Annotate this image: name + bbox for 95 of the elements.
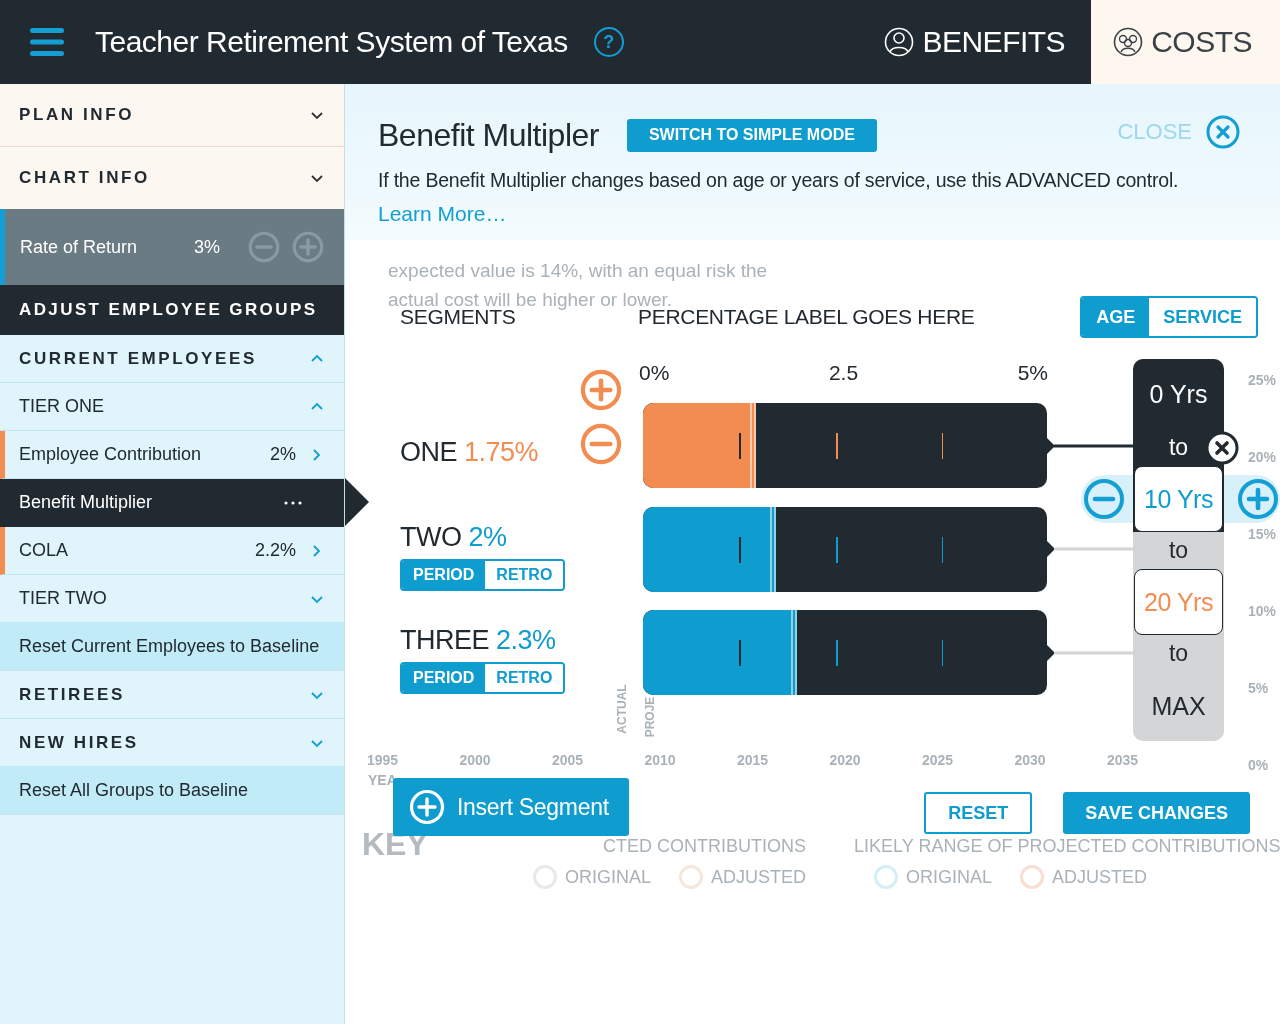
axis-tick-label: 2000	[459, 752, 492, 768]
axis-tick-label: 20%	[1247, 449, 1276, 467]
legend-title: CTED CONTRIBUTIONS	[603, 836, 807, 857]
slider-fill[interactable]	[643, 506, 777, 592]
slider-track[interactable]	[643, 403, 1047, 488]
setting-value: 2.2%	[254, 540, 296, 561]
selection-pointer	[345, 478, 369, 526]
plus-icon[interactable]	[1224, 475, 1280, 523]
accordion-label: NEW HIRES	[19, 732, 140, 753]
person-icon	[884, 27, 915, 57]
scale-label: 0%	[639, 361, 670, 386]
segment-name: ONE	[400, 437, 457, 468]
accordion-label: TIER TWO	[19, 588, 108, 609]
help-button[interactable]: ?	[593, 27, 624, 57]
simple-mode-button[interactable]: SWITCH TO SIMPLE MODE	[626, 118, 877, 152]
axis-tick-label: 2025	[922, 752, 955, 768]
axis-tick-label: 2005	[552, 752, 585, 768]
minus-icon[interactable]	[580, 422, 622, 465]
boundary-field[interactable]: 10 Yrs	[1134, 466, 1223, 532]
slider-track[interactable]	[643, 506, 1047, 592]
nav-tab[interactable]: BENEFITS	[872, 0, 1092, 84]
menu-icon[interactable]	[30, 28, 64, 56]
accordion-label: CHART INFO	[19, 168, 151, 188]
accordion-label: RETIREES	[19, 684, 126, 705]
reset-button[interactable]: RESET	[924, 792, 1033, 834]
plus-icon[interactable]	[580, 368, 622, 411]
setting-label: Benefit Multiplier	[19, 492, 154, 513]
axis-tick-label: 10%	[1247, 603, 1276, 621]
axis-tick-label: 2030	[1014, 752, 1047, 768]
accordion-label: PLAN INFO	[19, 105, 135, 125]
save-button[interactable]: SAVE CHANGES	[1063, 792, 1250, 834]
slider-track[interactable]	[643, 610, 1047, 695]
accordion-header[interactable]: CURRENT EMPLOYEES	[0, 335, 344, 383]
axis-tick-label: 2020	[829, 752, 862, 768]
setting-label: COLA	[19, 540, 70, 561]
plus-icon[interactable]	[292, 231, 324, 263]
more-icon[interactable]	[284, 500, 302, 505]
toggle-option[interactable]: PERIOD	[402, 560, 486, 589]
setting-label: Employee Contribution	[19, 444, 203, 465]
range-label: MAX	[1150, 691, 1207, 722]
segment-name: TWO	[400, 521, 462, 553]
note-text: expected value is 14%, with an equal risk the	[388, 260, 768, 282]
axis-tick-label: 2015	[737, 752, 770, 768]
setting-value: 3%	[194, 236, 220, 258]
reset-link[interactable]: Reset All Groups to Baseline	[0, 767, 344, 815]
minus-icon[interactable]	[1081, 475, 1133, 523]
series-label: PROJE	[643, 696, 658, 738]
accordion-label: TIER ONE	[19, 396, 105, 417]
toggle-option[interactable]: PERIOD	[402, 664, 486, 692]
editor-title: Benefit Multipler	[378, 116, 599, 154]
accordion-header[interactable]: RETIREES	[0, 671, 344, 719]
legend-label: ADJUSTED	[1052, 866, 1148, 888]
description-text: If the Benefit Multiplier changes based on age or years of service, use this ADVANCED control.	[378, 169, 1180, 192]
insert-segment-button[interactable]: Insert Segment	[393, 778, 629, 836]
segment-rate: 2.3%	[496, 625, 556, 656]
learn-more-link[interactable]: Learn More…	[378, 202, 507, 226]
axis-tick-label: 2035	[1107, 752, 1140, 768]
segment-rate: 1.75%	[464, 437, 539, 468]
legend-label: ORIGINAL	[906, 866, 993, 888]
setting-label: Rate of Return	[20, 236, 139, 258]
scale-label: 2.5	[828, 361, 859, 386]
axis-tick-label: 5%	[1247, 680, 1270, 698]
section-header: ADJUST EMPLOYEE GROUPS	[0, 285, 344, 335]
range-label: 0 Yrs	[1133, 359, 1224, 429]
accordion-header[interactable]: PLAN INFO	[0, 84, 344, 147]
accordion-header[interactable]: CHART INFO	[0, 147, 344, 209]
series-label: ACTUAL	[614, 684, 629, 734]
axis-tick-label: 1995	[367, 752, 400, 768]
app-title: Teacher Retirement System of Texas	[95, 25, 568, 59]
scale-label: 5%	[1017, 361, 1048, 386]
slider-fill[interactable]	[643, 403, 757, 488]
range-label: to	[1167, 536, 1190, 565]
axis-tick-label: 2010	[644, 752, 677, 768]
axis-tick-label: 25%	[1247, 372, 1276, 390]
axis-tick-label: 0%	[1247, 757, 1270, 775]
legend-title: LIKELY RANGE OF PROJECTED CONTRIBUTIONS	[854, 836, 1280, 857]
legend-label: ADJUSTED	[711, 866, 807, 888]
legend-label: ORIGINAL	[565, 866, 652, 888]
segment-name: THREE	[400, 625, 489, 656]
toggle-option[interactable]: AGE	[1082, 298, 1150, 336]
slider-fill[interactable]	[643, 610, 797, 695]
accordion-label: CURRENT EMPLOYEES	[19, 348, 258, 369]
close-icon	[1206, 115, 1240, 149]
nav-tab[interactable]: COSTS	[1091, 0, 1280, 84]
remove-icon[interactable]	[1205, 431, 1239, 465]
segment-rate: 2%	[468, 521, 507, 553]
accordion-header[interactable]: TIER ONE	[0, 383, 344, 431]
plus-icon	[409, 789, 445, 825]
reset-link[interactable]: Reset Current Employees to Baseline	[0, 623, 344, 671]
axis-tick-label: 15%	[1247, 526, 1276, 544]
minus-icon[interactable]	[248, 231, 280, 263]
boundary-field[interactable]: 20 Yrs	[1134, 569, 1223, 635]
setting-value: 2%	[270, 444, 296, 465]
people-icon	[1113, 27, 1144, 57]
range-label: to	[1167, 639, 1190, 668]
